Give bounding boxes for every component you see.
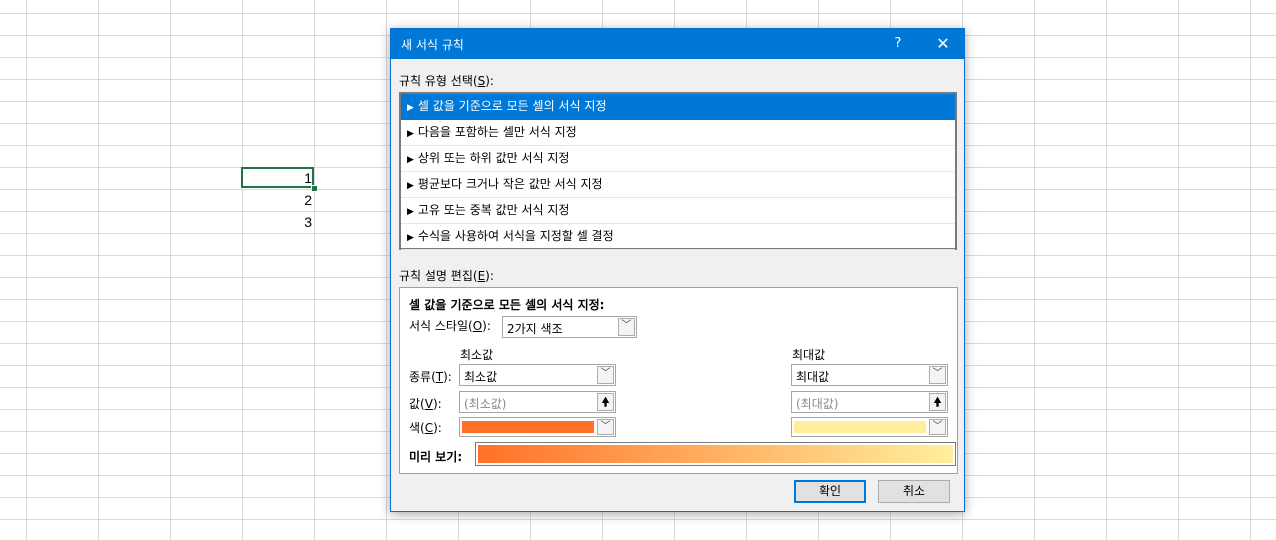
value-label: 값(V): — [409, 397, 442, 411]
select-rule-type-label: 규칙 유형 선택(S): — [399, 74, 494, 88]
min-type-select[interactable]: 최소값 ﹀ — [459, 364, 616, 386]
min-color-picker[interactable]: ﹀ — [459, 417, 616, 437]
cell-value[interactable]: 3 — [242, 212, 312, 233]
range-selector-icon[interactable]: 🠝 — [929, 393, 946, 411]
triangle-right-icon: ▶ — [407, 103, 414, 113]
chevron-down-icon[interactable]: ﹀ — [929, 366, 946, 384]
chevron-down-icon[interactable]: ﹀ — [618, 318, 635, 336]
chevron-down-icon[interactable]: ﹀ — [597, 366, 614, 384]
dialog-titlebar[interactable]: 새 서식 규칙 ? ✕ — [391, 29, 964, 59]
dialog-title: 새 서식 규칙 — [401, 38, 464, 52]
min-value-input[interactable]: (최소값) 🠝 — [459, 391, 616, 413]
close-button[interactable]: ✕ — [921, 29, 965, 59]
format-style-label: 서식 스타일(O): — [409, 319, 491, 333]
max-type-select[interactable]: 최대값 ﹀ — [791, 364, 948, 386]
max-color-picker[interactable]: ﹀ — [791, 417, 948, 437]
description-heading: 셀 값을 기준으로 모든 셀의 서식 지정: — [409, 298, 605, 312]
rule-type-item[interactable]: ▶ 수식을 사용하여 서식을 지정할 셀 결정 — [401, 224, 955, 250]
range-selector-icon[interactable]: 🠝 — [597, 393, 614, 411]
help-button[interactable]: ? — [883, 29, 913, 59]
rule-type-item[interactable]: ▶ 다음을 포함하는 셀만 서식 지정 — [401, 120, 955, 146]
color-label: 색(C): — [409, 421, 442, 435]
rule-type-list[interactable]: ▶ 셀 값을 기준으로 모든 셀의 서식 지정 ▶ 다음을 포함하는 셀만 서식 지… — [399, 92, 957, 250]
triangle-right-icon: ▶ — [407, 129, 414, 139]
maximum-header: 최대값 — [792, 348, 826, 362]
gradient-preview — [478, 445, 953, 463]
type-label: 종류(T): — [409, 370, 452, 384]
rule-type-item[interactable]: ▶ 평균보다 크거나 작은 값만 서식 지정 — [401, 172, 955, 198]
cancel-button[interactable]: 취소 — [878, 480, 950, 503]
cell-value[interactable]: 2 — [242, 190, 312, 211]
triangle-right-icon: ▶ — [407, 181, 414, 191]
ok-button[interactable]: 확인 — [794, 480, 866, 503]
preview-box — [475, 442, 956, 466]
triangle-right-icon: ▶ — [407, 233, 414, 243]
preview-label: 미리 보기: — [409, 450, 463, 464]
min-color-swatch — [462, 421, 594, 433]
rule-type-item[interactable]: ▶ 상위 또는 하위 값만 서식 지정 — [401, 146, 955, 172]
edit-rule-description-label: 규칙 설명 편집(E): — [399, 269, 494, 283]
rule-type-item[interactable]: ▶ 고유 또는 중복 값만 서식 지정 — [401, 198, 955, 224]
minimum-header: 최소값 — [460, 348, 494, 362]
max-color-swatch — [794, 421, 926, 433]
rule-type-item[interactable]: ▶ 셀 값을 기준으로 모든 셀의 서식 지정 — [401, 94, 955, 120]
format-style-select[interactable]: 2가지 색조 ﹀ — [502, 316, 637, 338]
new-formatting-rule-dialog: 새 서식 규칙 ? ✕ 규칙 유형 선택(S): ▶ 셀 값을 기준으로 모든 셀… — [390, 28, 965, 512]
fill-handle[interactable] — [311, 185, 318, 192]
max-value-input[interactable]: (최대값) 🠝 — [791, 391, 948, 413]
cell-value[interactable]: 1 — [242, 168, 312, 189]
triangle-right-icon: ▶ — [407, 207, 414, 217]
chevron-down-icon[interactable]: ﹀ — [597, 419, 614, 435]
triangle-right-icon: ▶ — [407, 155, 414, 165]
chevron-down-icon[interactable]: ﹀ — [929, 419, 946, 435]
rule-description-panel: 셀 값을 기준으로 모든 셀의 서식 지정: 서식 스타일(O): 2가지 색조… — [399, 287, 958, 474]
